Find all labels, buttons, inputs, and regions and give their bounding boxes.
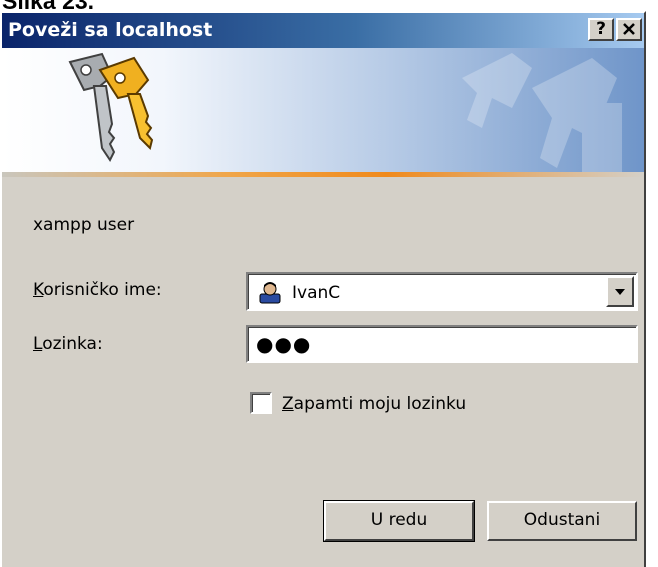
banner-divider [2, 172, 644, 177]
username-label-rest: orisničko ime: [43, 280, 162, 300]
user-icon [259, 282, 281, 304]
password-value: ●●● [256, 332, 312, 356]
watermark-keys-icon [462, 53, 622, 172]
username-label: Korisničko ime: [33, 279, 162, 301]
cancel-button[interactable]: Odustani [487, 501, 637, 541]
dialog-title: Poveži sa localhost [8, 19, 213, 41]
title-bar[interactable]: Poveži sa localhost ? [2, 13, 644, 48]
username-dropdown-button[interactable] [606, 276, 634, 307]
realm-text: xampp user [33, 215, 135, 235]
username-label-accesskey: K [33, 280, 44, 300]
password-label: Lozinka: [33, 333, 103, 355]
ok-button[interactable]: U redu [323, 500, 475, 542]
close-button[interactable] [616, 18, 642, 41]
help-button[interactable]: ? [588, 18, 614, 41]
password-field[interactable]: ●●● [246, 325, 638, 363]
password-label-accesskey: L [33, 334, 43, 354]
keys-icon [68, 52, 154, 162]
username-combo[interactable]: IvanC [246, 272, 638, 311]
remember-password-label[interactable]: Zapamti moju lozinku [282, 393, 466, 415]
chevron-down-icon [615, 289, 625, 295]
connect-dialog: Poveži sa localhost ? xampp user Korisni… [0, 11, 646, 567]
remember-label-accesskey: Z [282, 394, 294, 414]
password-label-rest: ozinka: [42, 334, 103, 354]
close-icon [623, 23, 635, 35]
remember-label-rest: apamti moju lozinku [293, 394, 467, 414]
username-value: IvanC [292, 283, 341, 303]
remember-password-checkbox[interactable] [250, 392, 272, 414]
banner [2, 48, 644, 172]
